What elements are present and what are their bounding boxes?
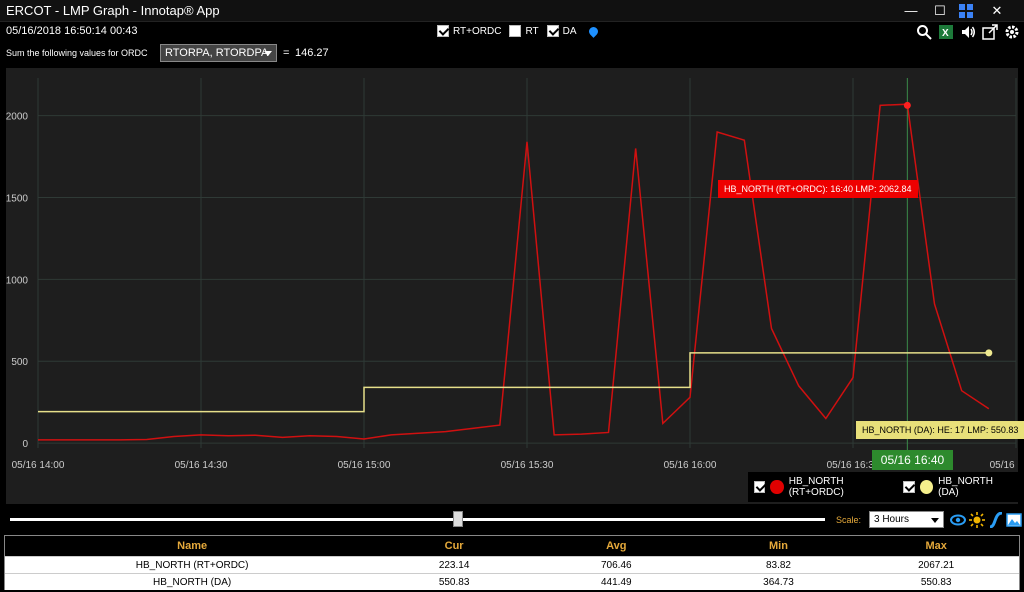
window-title: ERCOT - LMP Graph - Innotap® App (6, 3, 220, 18)
rt-checkbox[interactable] (509, 25, 522, 37)
app-window: ERCOT - LMP Graph - Innotap® App — ☐ ✕ 0… (0, 0, 1024, 592)
chevron-down-icon (264, 51, 272, 56)
table-row[interactable]: HB_NORTH (DA) 550.83 441.49 364.73 550.8… (5, 573, 1019, 590)
x-tick-label: 05/16 15:30 (501, 460, 554, 471)
cell-max: 2067.21 (918, 560, 955, 571)
current-datetime: 05/16/2018 16:50:14 00:43 (6, 25, 138, 37)
ordc-sum-value: 146.27 (295, 47, 329, 59)
legend-rt-ordc-checkbox[interactable] (754, 481, 766, 493)
toolbar-icons: X (916, 24, 1020, 40)
y-tick-label: 500 (11, 357, 28, 368)
chart-legend: HB_NORTH (RT+ORDC) HB_NORTH (DA) (748, 472, 1020, 502)
y-tick-label: 1500 (6, 194, 28, 205)
y-tick-label: 0 (22, 439, 28, 450)
curve-icon[interactable] (988, 512, 1004, 528)
legend-item-da[interactable]: HB_NORTH (DA) (903, 476, 1012, 498)
image-icon[interactable] (1006, 512, 1022, 528)
ordc-sum-row: Sum the following values for ORDC RTORPA… (0, 42, 1024, 64)
title-bar: ERCOT - LMP Graph - Innotap® App — ☐ ✕ (0, 0, 1024, 22)
da-label: DA (562, 25, 577, 37)
time-slider-row: Scale: 3 Hours (0, 507, 1024, 531)
cell-avg: 706.46 (601, 560, 632, 571)
scale-selected: 3 Hours (874, 514, 910, 525)
ordc-sum-label: Sum the following values for ORDC (6, 48, 148, 58)
stats-table-header: Name Cur Avg Min Max (5, 536, 1019, 556)
cell-max: 550.83 (920, 577, 952, 588)
location-pin-icon[interactable] (586, 24, 600, 38)
cell-min: 364.73 (763, 577, 794, 588)
legend-rt-ordc-label: HB_NORTH (RT+ORDC) (788, 476, 844, 498)
legend-rt-ordc-dot (770, 480, 784, 494)
maximize-button[interactable]: ☐ (929, 1, 951, 21)
time-slider-handle[interactable] (453, 511, 463, 527)
cell-min: 83.82 (765, 560, 791, 571)
col-header-name[interactable]: Name (5, 536, 379, 556)
lmp-chart[interactable]: 05/16 14:00 05/16 14:30 05/16 15:00 05/16 1… (6, 68, 1024, 504)
table-row[interactable]: HB_NORTH (RT+ORDC) 223.14 706.46 83.82 2… (5, 556, 1019, 573)
scale-label: Scale: (836, 515, 862, 525)
da-hover-point (985, 349, 993, 357)
minimize-button[interactable]: — (900, 1, 922, 21)
stats-table: Name Cur Avg Min Max HB_NORTH (RT+ORDC) … (4, 535, 1020, 590)
scale-dropdown[interactable]: 3 Hours (869, 511, 944, 528)
x-tick-label: 05/16 15:00 (338, 460, 391, 471)
legend-da-dot (919, 480, 934, 494)
cell-avg: 441.49 (601, 577, 632, 588)
y-tick-label: 1000 (6, 275, 28, 286)
col-header-cur[interactable]: Cur (379, 536, 529, 556)
svg-text:X: X (942, 28, 949, 39)
chevron-down-icon (931, 518, 939, 523)
info-row: 05/16/2018 16:50:14 00:43 RT+ORDC RT DA (0, 22, 1024, 42)
legend-da-label: HB_NORTH (DA) (938, 476, 993, 498)
rt-ordc-tooltip: HB_NORTH (RT+ORDC): 16:40 LMP: 2062.84 (718, 180, 918, 198)
cell-name: HB_NORTH (RT+ORDC) (135, 560, 249, 571)
col-header-max[interactable]: Max (853, 536, 1019, 556)
grid-view-button[interactable] (955, 1, 977, 21)
equals-sign: = (283, 47, 290, 59)
sun-icon[interactable] (969, 512, 985, 528)
excel-export-icon[interactable]: X (938, 24, 954, 40)
legend-item-rt-ordc[interactable]: HB_NORTH (RT+ORDC) (754, 476, 895, 498)
grid-icon (959, 4, 973, 18)
col-header-avg[interactable]: Avg (529, 536, 704, 556)
eye-icon[interactable] (950, 512, 966, 528)
ordc-values-selected: RTORPA, RTORDPA (165, 47, 269, 59)
da-checkbox[interactable] (546, 25, 559, 37)
crosshair-time-badge: 05/16 16:40 (872, 450, 953, 470)
ordc-values-dropdown[interactable]: RTORPA, RTORDPA (160, 44, 277, 62)
settings-gear-icon[interactable] (1004, 24, 1020, 40)
close-button[interactable]: ✕ (986, 1, 1008, 21)
series-toggles: RT+ORDC RT DA (437, 24, 600, 38)
rt-ordc-hover-point (903, 101, 911, 109)
rt-ordc-checkbox[interactable] (437, 25, 449, 37)
series-line-rt-ordc (38, 103, 990, 441)
rt-ordc-label: RT+ORDC (453, 25, 502, 37)
da-tooltip: HB_NORTH (DA): HE: 17 LMP: 550.83 (856, 421, 1024, 439)
x-tick-label: 05/16 17:00 (990, 460, 1018, 471)
col-header-min[interactable]: Min (704, 536, 854, 556)
x-tick-label: 05/16 16:00 (664, 460, 717, 471)
cell-cur: 223.14 (438, 560, 470, 571)
time-slider-track[interactable] (10, 518, 825, 521)
x-tick-label: 05/16 14:30 (175, 460, 228, 471)
popout-icon[interactable] (982, 24, 998, 40)
rt-label: RT (525, 25, 539, 37)
search-icon[interactable] (916, 24, 932, 40)
x-tick-label: 05/16 14:00 (12, 460, 65, 471)
cell-name: HB_NORTH (DA) (153, 577, 232, 588)
legend-da-checkbox[interactable] (903, 481, 915, 493)
speaker-icon[interactable] (960, 24, 976, 40)
y-tick-label: 2000 (6, 112, 28, 123)
cell-cur: 550.83 (438, 577, 470, 588)
